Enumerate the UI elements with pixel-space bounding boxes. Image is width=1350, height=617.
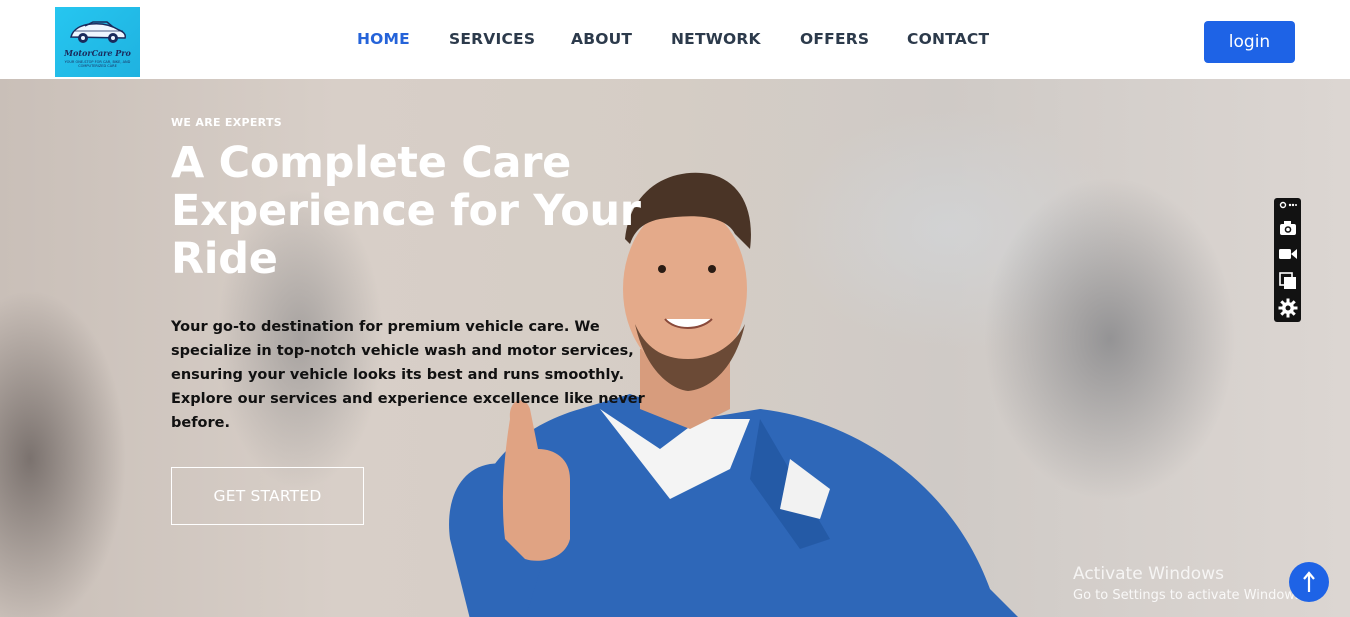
hero-section: WE ARE EXPERTS A Complete Care Experienc…	[0, 79, 1350, 617]
site-header: MotorCare Pro YOUR ONE-STOP FOR CAR, BIK…	[0, 0, 1350, 79]
nav-home[interactable]: HOME	[357, 30, 410, 48]
arrow-up-icon	[1303, 571, 1315, 592]
camera-icon[interactable]	[1277, 217, 1298, 238]
nav-services[interactable]: SERVICES	[449, 30, 535, 48]
capture-toolbar	[1274, 198, 1301, 322]
nav-contact[interactable]: CONTACT	[907, 30, 989, 48]
scroll-to-top-button[interactable]	[1289, 562, 1329, 602]
link-icon[interactable]	[1277, 198, 1298, 212]
get-started-button[interactable]: GET STARTED	[171, 467, 364, 525]
hero-description: Your go-to destination for premium vehic…	[171, 319, 645, 431]
watermark-subtitle: Go to Settings to activate Windows.	[1073, 588, 1306, 603]
watermark-title: Activate Windows	[1073, 564, 1224, 584]
nav-about[interactable]: ABOUT	[571, 30, 632, 48]
hero-eyebrow: WE ARE EXPERTS	[171, 116, 282, 129]
brand-tagline: YOUR ONE-STOP FOR CAR, BIKE, AND COMPUTE…	[64, 59, 131, 68]
login-button[interactable]: login	[1204, 21, 1295, 63]
video-icon[interactable]	[1277, 243, 1298, 264]
nav-network[interactable]: NETWORK	[671, 30, 761, 48]
copy-icon[interactable]	[1277, 270, 1298, 291]
gear-icon[interactable]	[1277, 297, 1298, 318]
main-nav: HOME SERVICES ABOUT NETWORK OFFERS CONTA…	[0, 30, 1350, 52]
nav-offers[interactable]: OFFERS	[800, 30, 869, 48]
hero-headline: A Complete Care Experience for Your Ride	[171, 138, 641, 284]
